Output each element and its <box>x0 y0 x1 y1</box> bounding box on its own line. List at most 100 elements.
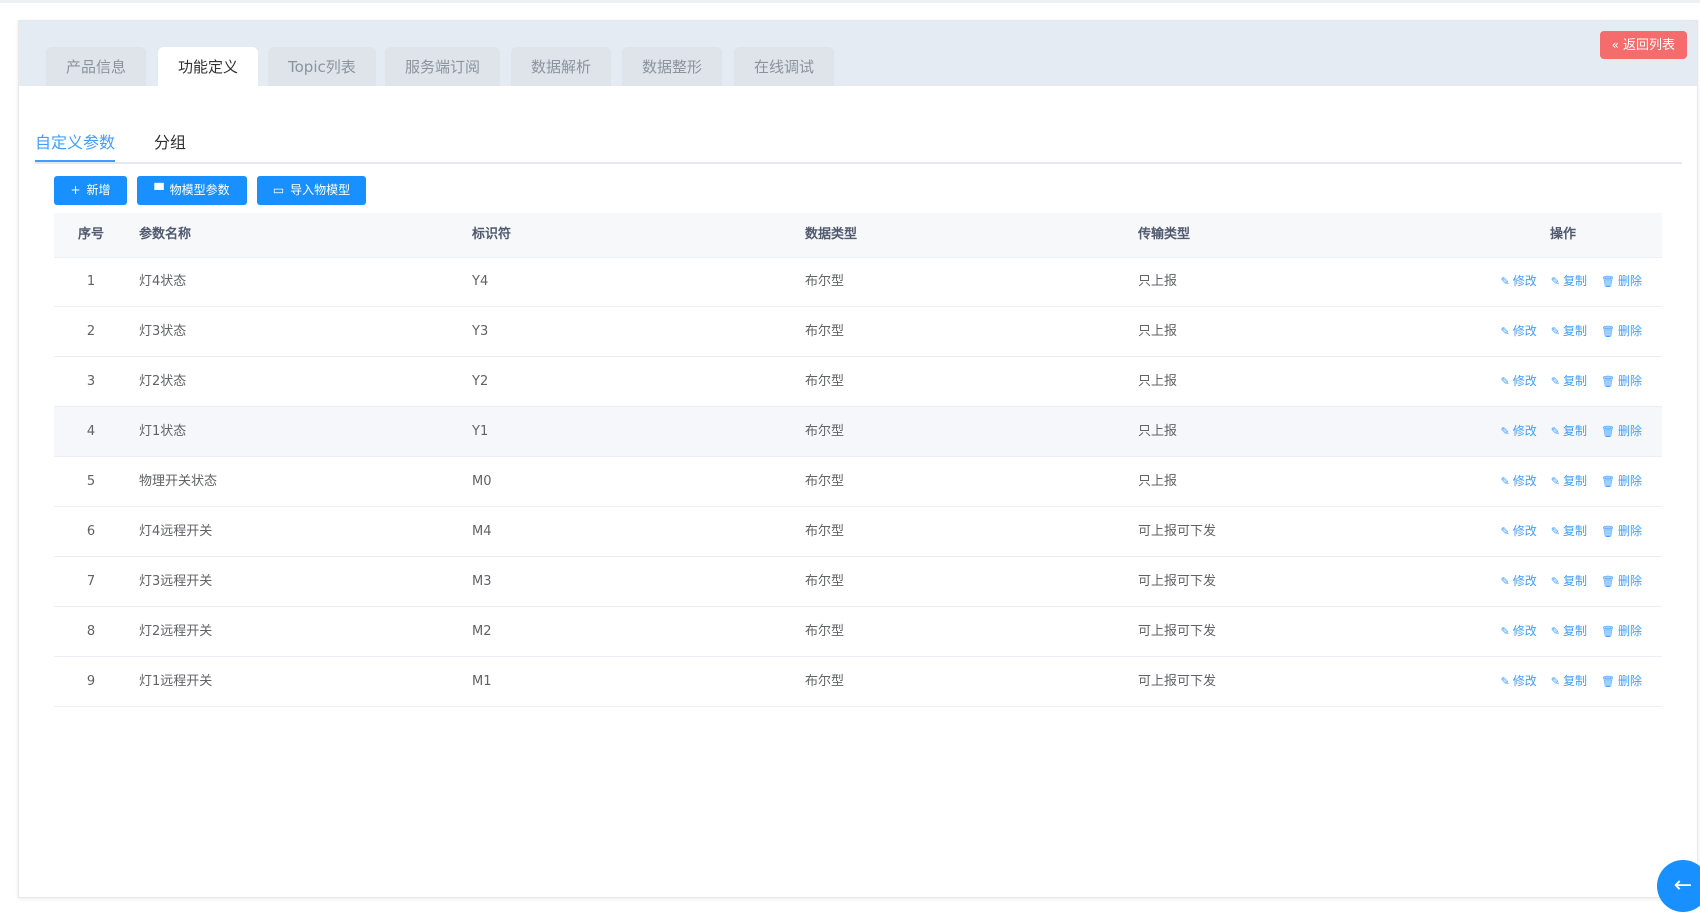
trash-icon: 🗑 <box>1601 475 1615 488</box>
cell-transfer-type: 只上报 <box>1138 274 1178 289</box>
cell-identifier: M2 <box>472 624 492 639</box>
delete-link-label: 删除 <box>1617 424 1642 438</box>
copy-link[interactable]: ✎ 复制 <box>1551 524 1587 538</box>
delete-link-label: 删除 <box>1617 374 1642 388</box>
cell-index: 5 <box>86 474 96 489</box>
edit-link[interactable]: ✎ 修改 <box>1501 474 1537 488</box>
pencil-icon: ✎ <box>1500 325 1510 338</box>
header-param-name: 参数名称 <box>139 227 192 242</box>
tab-data-shaping[interactable]: 数据整形 <box>622 47 723 86</box>
copy-link-label: 复制 <box>1563 674 1588 688</box>
table-row: 6 灯4远程开关 M4 布尔型 可上报可下发 ✎ 修改 ✎ 复制 🗑 删除 <box>54 507 1662 557</box>
cell-index: 2 <box>86 324 96 339</box>
table-header: 序号 参数名称 标识符 数据类型 传输类型 操作 <box>54 213 1662 258</box>
table-row: 2 灯3状态 Y3 布尔型 只上报 ✎ 修改 ✎ 复制 🗑 删除 <box>54 307 1662 357</box>
header-identifier: 标识符 <box>472 227 512 242</box>
copy-link[interactable]: ✎ 复制 <box>1551 624 1587 638</box>
tab-online-debug[interactable]: 在线调试 <box>734 47 835 86</box>
delete-link[interactable]: 🗑 删除 <box>1601 274 1642 288</box>
copy-link[interactable]: ✎ 复制 <box>1551 274 1587 288</box>
trash-icon: 🗑 <box>1601 425 1615 438</box>
copy-link[interactable]: ✎ 复制 <box>1551 474 1587 488</box>
copy-link[interactable]: ✎ 复制 <box>1551 574 1587 588</box>
edit-link[interactable]: ✎ 修改 <box>1501 624 1537 638</box>
subtab-group[interactable]: 分组 <box>154 129 186 153</box>
edit-link-label: 修改 <box>1512 524 1537 538</box>
pencil-icon: ✎ <box>1500 275 1510 288</box>
copy-link[interactable]: ✎ 复制 <box>1551 324 1587 338</box>
edit-link[interactable]: ✎ 修改 <box>1501 674 1537 688</box>
main-card: 产品信息 功能定义 Topic列表 服务端订阅 数据解析 数据整形 在线调试 «… <box>18 20 1698 898</box>
cell-param-name: 灯2远程开关 <box>139 624 213 639</box>
delete-link[interactable]: 🗑 删除 <box>1601 524 1642 538</box>
cell-identifier: M1 <box>472 674 492 689</box>
edit-link[interactable]: ✎ 修改 <box>1501 424 1537 438</box>
cell-identifier: M4 <box>472 524 492 539</box>
cell-index: 7 <box>86 574 96 589</box>
cell-transfer-type: 可上报可下发 <box>1138 574 1217 589</box>
copy-link[interactable]: ✎ 复制 <box>1551 674 1587 688</box>
pencil-icon: ✎ <box>1500 625 1510 638</box>
tab-data-parsing[interactable]: 数据解析 <box>511 47 612 86</box>
tab-topic-list[interactable]: Topic列表 <box>268 47 376 86</box>
cell-identifier: Y1 <box>472 424 489 439</box>
back-arrow-fab[interactable]: ← <box>1657 860 1700 912</box>
delete-link[interactable]: 🗑 删除 <box>1601 624 1642 638</box>
trash-icon: 🗑 <box>1601 275 1615 288</box>
edit-link[interactable]: ✎ 修改 <box>1501 374 1537 388</box>
back-to-list-button[interactable]: «返回列表 <box>1599 31 1687 59</box>
back-to-list-label: 返回列表 <box>1622 38 1675 53</box>
top-divider <box>0 0 1700 3</box>
pencil-icon: ✎ <box>1500 425 1510 438</box>
delete-link-label: 删除 <box>1617 324 1642 338</box>
delete-link[interactable]: 🗑 删除 <box>1601 474 1642 488</box>
copy-icon: ✎ <box>1550 575 1560 588</box>
cell-index: 4 <box>86 424 96 439</box>
pencil-icon: ✎ <box>1500 375 1510 388</box>
cell-data-type: 布尔型 <box>805 324 845 339</box>
edit-link-label: 修改 <box>1512 574 1537 588</box>
import-model-label: 导入物模型 <box>290 183 351 197</box>
trash-icon: 🗑 <box>1601 375 1615 388</box>
double-chevron-left-icon: « <box>1611 38 1619 52</box>
cell-data-type: 布尔型 <box>805 374 845 389</box>
edit-link[interactable]: ✎ 修改 <box>1501 274 1537 288</box>
copy-icon: ✎ <box>1550 625 1560 638</box>
tab-server-subscription[interactable]: 服务端订阅 <box>385 47 501 86</box>
pencil-icon: ✎ <box>1500 575 1510 588</box>
table-row: 7 灯3远程开关 M3 布尔型 可上报可下发 ✎ 修改 ✎ 复制 🗑 删除 <box>54 557 1662 607</box>
header-data-type: 数据类型 <box>805 227 858 242</box>
copy-link-label: 复制 <box>1563 524 1588 538</box>
edit-link[interactable]: ✎ 修改 <box>1501 524 1537 538</box>
edit-link[interactable]: ✎ 修改 <box>1501 324 1537 338</box>
delete-link[interactable]: 🗑 删除 <box>1601 574 1642 588</box>
delete-link[interactable]: 🗑 删除 <box>1601 424 1642 438</box>
pencil-icon: ✎ <box>1500 675 1510 688</box>
tab-function-definition[interactable]: 功能定义 <box>158 47 259 86</box>
edit-link-label: 修改 <box>1512 474 1537 488</box>
model-params-label: 物模型参数 <box>169 183 230 197</box>
delete-link-label: 删除 <box>1617 674 1642 688</box>
delete-link[interactable]: 🗑 删除 <box>1601 324 1642 338</box>
delete-link[interactable]: 🗑 删除 <box>1601 674 1642 688</box>
row-actions: ✎ 修改 ✎ 复制 🗑 删除 <box>1487 457 1642 506</box>
copy-link-label: 复制 <box>1563 574 1588 588</box>
copy-link[interactable]: ✎ 复制 <box>1551 424 1587 438</box>
edit-link[interactable]: ✎ 修改 <box>1501 574 1537 588</box>
row-actions: ✎ 修改 ✎ 复制 🗑 删除 <box>1487 507 1642 556</box>
model-params-button[interactable]: ▀ 物模型参数 <box>137 176 247 205</box>
monitor-icon: ▀ <box>154 183 164 197</box>
cell-data-type: 布尔型 <box>805 674 845 689</box>
edit-link-label: 修改 <box>1512 674 1537 688</box>
subtab-custom-params[interactable]: 自定义参数 <box>35 129 115 153</box>
arrow-left-icon: ← <box>1673 873 1693 898</box>
header-transfer-type: 传输类型 <box>1138 227 1191 242</box>
copy-link[interactable]: ✎ 复制 <box>1551 374 1587 388</box>
row-actions: ✎ 修改 ✎ 复制 🗑 删除 <box>1487 307 1642 356</box>
table-row: 4 灯1状态 Y1 布尔型 只上报 ✎ 修改 ✎ 复制 🗑 删除 <box>54 407 1662 457</box>
tab-product-info[interactable]: 产品信息 <box>46 47 147 86</box>
table-row: 3 灯2状态 Y2 布尔型 只上报 ✎ 修改 ✎ 复制 🗑 删除 <box>54 357 1662 407</box>
import-model-button[interactable]: ▭ 导入物模型 <box>257 176 366 205</box>
delete-link[interactable]: 🗑 删除 <box>1601 374 1642 388</box>
add-button[interactable]: + 新增 <box>54 176 127 205</box>
